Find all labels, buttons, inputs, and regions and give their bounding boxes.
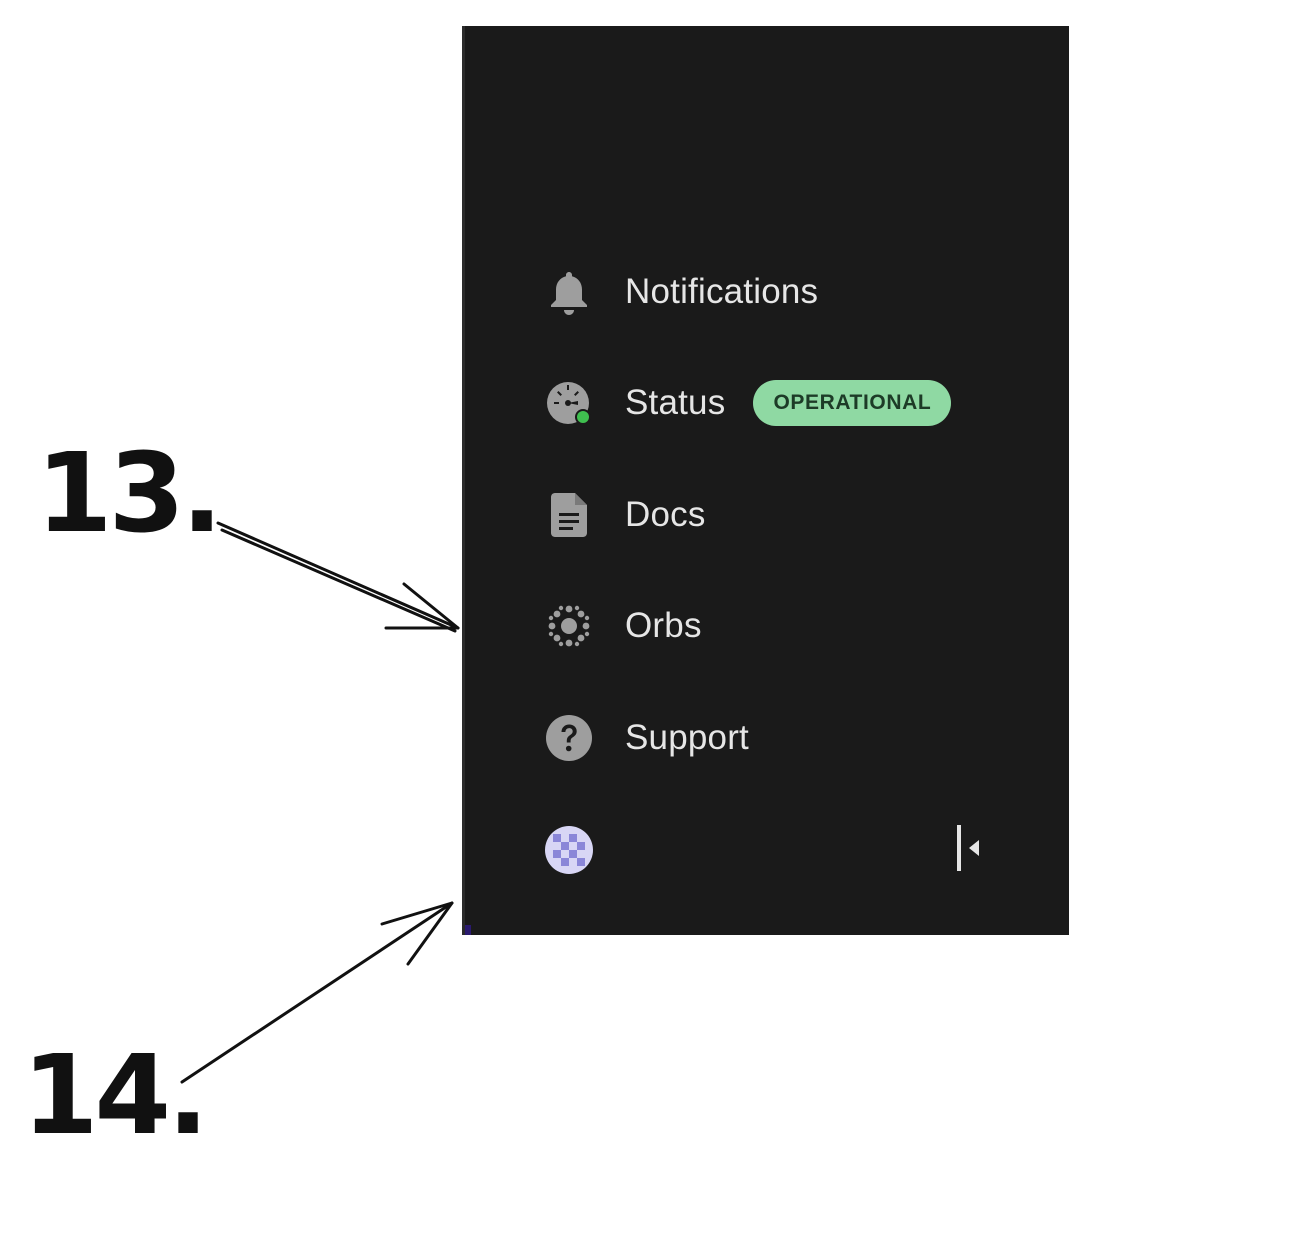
arrow-14	[180, 901, 454, 1084]
arrow-13-shaft-echo	[220, 528, 457, 633]
sidebar-item-label: Notifications	[625, 272, 819, 311]
user-avatar[interactable]	[545, 826, 593, 874]
sidebar-item-label: Support	[625, 718, 749, 757]
sidebar-item-docs[interactable]: Docs	[545, 485, 706, 545]
collapse-sidebar-button[interactable]	[950, 824, 986, 877]
sidebar-item-label: Orbs	[625, 606, 702, 645]
sidebar-footer	[545, 824, 986, 877]
annotation-label-13: 13.	[36, 429, 223, 557]
sidebar-item-support[interactable]: Support	[545, 708, 749, 768]
speedometer-icon	[545, 379, 593, 427]
sidebar-item-status[interactable]: Status OPERATIONAL	[545, 373, 952, 433]
sidebar-item-notifications[interactable]: Notifications	[545, 262, 818, 322]
document-icon	[545, 491, 593, 539]
collapse-sidebar-icon	[953, 824, 983, 877]
status-badge: OPERATIONAL	[753, 380, 952, 426]
panel-edge-accent	[465, 925, 471, 935]
sidebar-item-orbs[interactable]: Orbs	[545, 596, 702, 656]
sidebar-panel: Notifications Status OPERATIONAL Docs Or…	[462, 26, 1069, 935]
arrow-13-head	[384, 582, 460, 630]
orbs-icon	[545, 602, 593, 650]
screenshot-stage: Notifications Status OPERATIONAL Docs Or…	[0, 0, 1308, 1242]
arrow-14-head	[380, 901, 454, 966]
sidebar-item-label: Status	[625, 383, 726, 422]
arrow-13	[216, 521, 460, 630]
help-circle-icon	[545, 714, 593, 762]
sidebar-item-label: Docs	[625, 495, 706, 534]
annotation-label-14: 14.	[22, 1031, 209, 1159]
bell-icon	[545, 268, 593, 316]
